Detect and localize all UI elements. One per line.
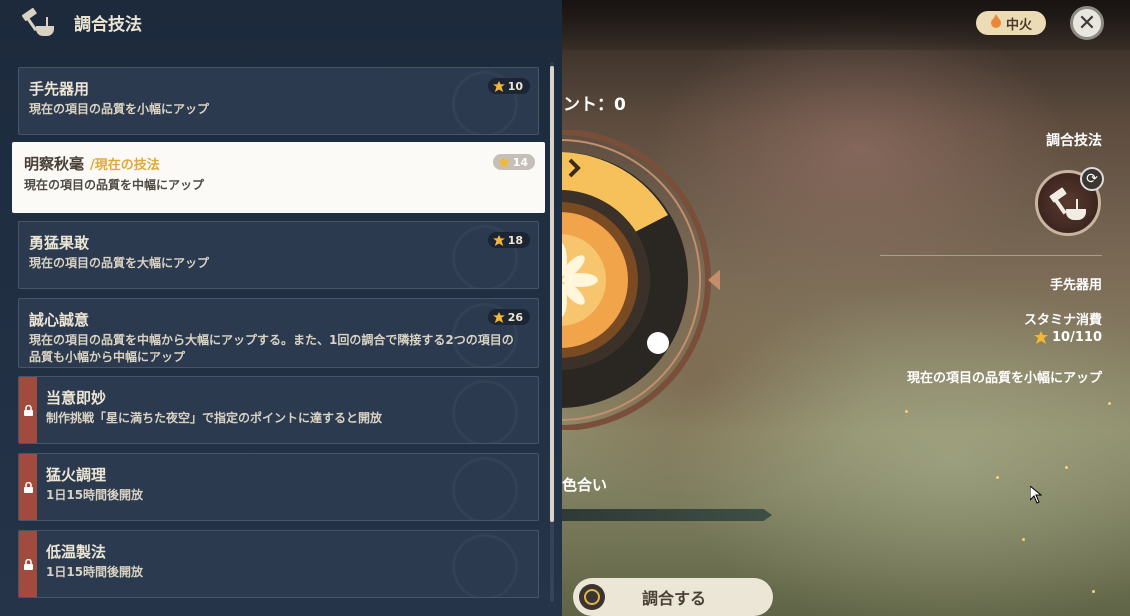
- sparkle: [1065, 466, 1068, 469]
- cost-value: 10: [507, 79, 523, 93]
- divider: [880, 255, 1102, 256]
- current-technique-tag: /現在の技法: [90, 158, 160, 173]
- close-icon: ✕: [1077, 10, 1097, 36]
- stamina-icon: [492, 234, 505, 246]
- cost-value: 26: [507, 310, 523, 324]
- heat-level-label: 中火: [1005, 17, 1032, 33]
- lock-icon: [19, 531, 37, 597]
- technique-card[interactable]: 手先器用 現在の項目の品質を小幅にアップ 10: [18, 67, 539, 135]
- stamina-cost-badge: 10: [487, 78, 530, 94]
- stamina-label: スタミナ消費: [1023, 313, 1102, 328]
- side-technique-desc: 現在の項目の品質を小幅にアップ: [906, 371, 1102, 386]
- stamina-icon: [492, 80, 505, 92]
- stamina-value: 10/110: [1034, 330, 1102, 345]
- technique-card-locked[interactable]: 当意即妙 制作挑戦「星に満ちた夜空」で指定のポイントに達すると開放: [18, 376, 539, 444]
- current-technique-button[interactable]: ⟳: [1035, 167, 1104, 236]
- points-label: ント：0: [563, 95, 626, 115]
- panel-header: 調合技法: [22, 7, 142, 37]
- craft-hammer-icon: [22, 7, 54, 36]
- technique-card[interactable]: 勇猛果敢 現在の項目の品質を大幅にアップ 18: [18, 221, 539, 289]
- technique-desc: 現在の項目の品質を中幅にアップ: [24, 178, 205, 192]
- technique-desc: 現在の項目の品質を小幅にアップ: [29, 102, 210, 116]
- cost-value: 14: [512, 155, 528, 169]
- swap-icon[interactable]: ⟳: [1080, 167, 1104, 191]
- technique-desc-line: 現在の項目の品質を中幅から大幅にアップする。また、1回の調合で隣接する2つの項目…: [29, 333, 514, 347]
- lock-icon: [19, 454, 37, 520]
- cost-value: 18: [507, 233, 523, 247]
- sparkle: [905, 410, 908, 413]
- technique-card-locked[interactable]: 猛火調理 1日15時間後開放: [18, 453, 539, 521]
- sparkle: [1108, 402, 1111, 405]
- technique-name: 低温製法: [46, 543, 107, 561]
- combine-ring-icon: [579, 584, 605, 610]
- unlock-condition: 1日15時間後開放: [46, 565, 144, 579]
- technique-desc-line: 品質も小幅から中幅にアップ: [29, 350, 186, 364]
- side-section-title: 調合技法: [1046, 133, 1102, 149]
- combine-button[interactable]: 調合する: [573, 578, 773, 616]
- combine-button-label: 調合する: [641, 589, 706, 608]
- sparkle: [1022, 538, 1025, 541]
- sparkle: [1092, 590, 1095, 593]
- stamina-icon: [1034, 331, 1049, 344]
- unlock-condition: 1日15時間後開放: [46, 488, 144, 502]
- stamina-cost-badge: 14: [492, 154, 535, 170]
- technique-name: 猛火調理: [46, 466, 107, 484]
- side-technique-name: 手先器用: [1049, 278, 1102, 293]
- color-match-label: 色合い: [562, 476, 608, 494]
- craft-hammer-icon: [1049, 187, 1086, 220]
- stamina-cost-badge: 18: [487, 232, 530, 248]
- technique-desc: 現在の項目の品質を大幅にアップ: [29, 256, 210, 270]
- lock-icon: [19, 377, 37, 443]
- flame-icon: [990, 14, 1002, 32]
- unlock-condition: 制作挑戦「星に満ちた夜空」で指定のポイントに達すると開放: [46, 411, 383, 425]
- stamina-icon: [497, 156, 510, 168]
- scrollbar-thumb[interactable]: [550, 66, 554, 522]
- technique-panel: 調合技法 手先器用 現在の項目の品質を小幅にアップ 10 明察秋毫/現在の技法 …: [0, 0, 562, 616]
- sparkle: [996, 476, 999, 479]
- stamina-value-text: 10/110: [1052, 330, 1102, 345]
- technique-name: 誠心誠意: [29, 311, 90, 329]
- color-progress-bar: [562, 509, 772, 521]
- technique-name: 当意即妙: [46, 389, 107, 407]
- technique-name-text: 明察秋毫: [24, 155, 85, 173]
- close-button[interactable]: ✕: [1070, 6, 1104, 40]
- technique-name: 勇猛果敢: [29, 234, 90, 252]
- technique-card-locked[interactable]: 低温製法 1日15時間後開放: [18, 530, 539, 598]
- technique-name: 手先器用: [29, 80, 90, 98]
- technique-card-selected[interactable]: 明察秋毫/現在の技法 現在の項目の品質を中幅にアップ 14: [12, 142, 545, 213]
- panel-title: 調合技法: [74, 14, 142, 35]
- technique-name: 明察秋毫/現在の技法: [24, 153, 160, 174]
- heat-level-badge: 中火: [976, 11, 1046, 35]
- technique-card[interactable]: 誠心誠意 現在の項目の品質を中幅から大幅にアップする。また、1回の調合で隣接する…: [18, 298, 539, 368]
- stamina-cost-badge: 26: [487, 309, 530, 325]
- technique-desc: 現在の項目の品質を中幅から大幅にアップする。また、1回の調合で隣接する2つの項目…: [29, 332, 529, 366]
- stamina-icon: [492, 311, 505, 323]
- mouse-cursor: [1029, 484, 1043, 508]
